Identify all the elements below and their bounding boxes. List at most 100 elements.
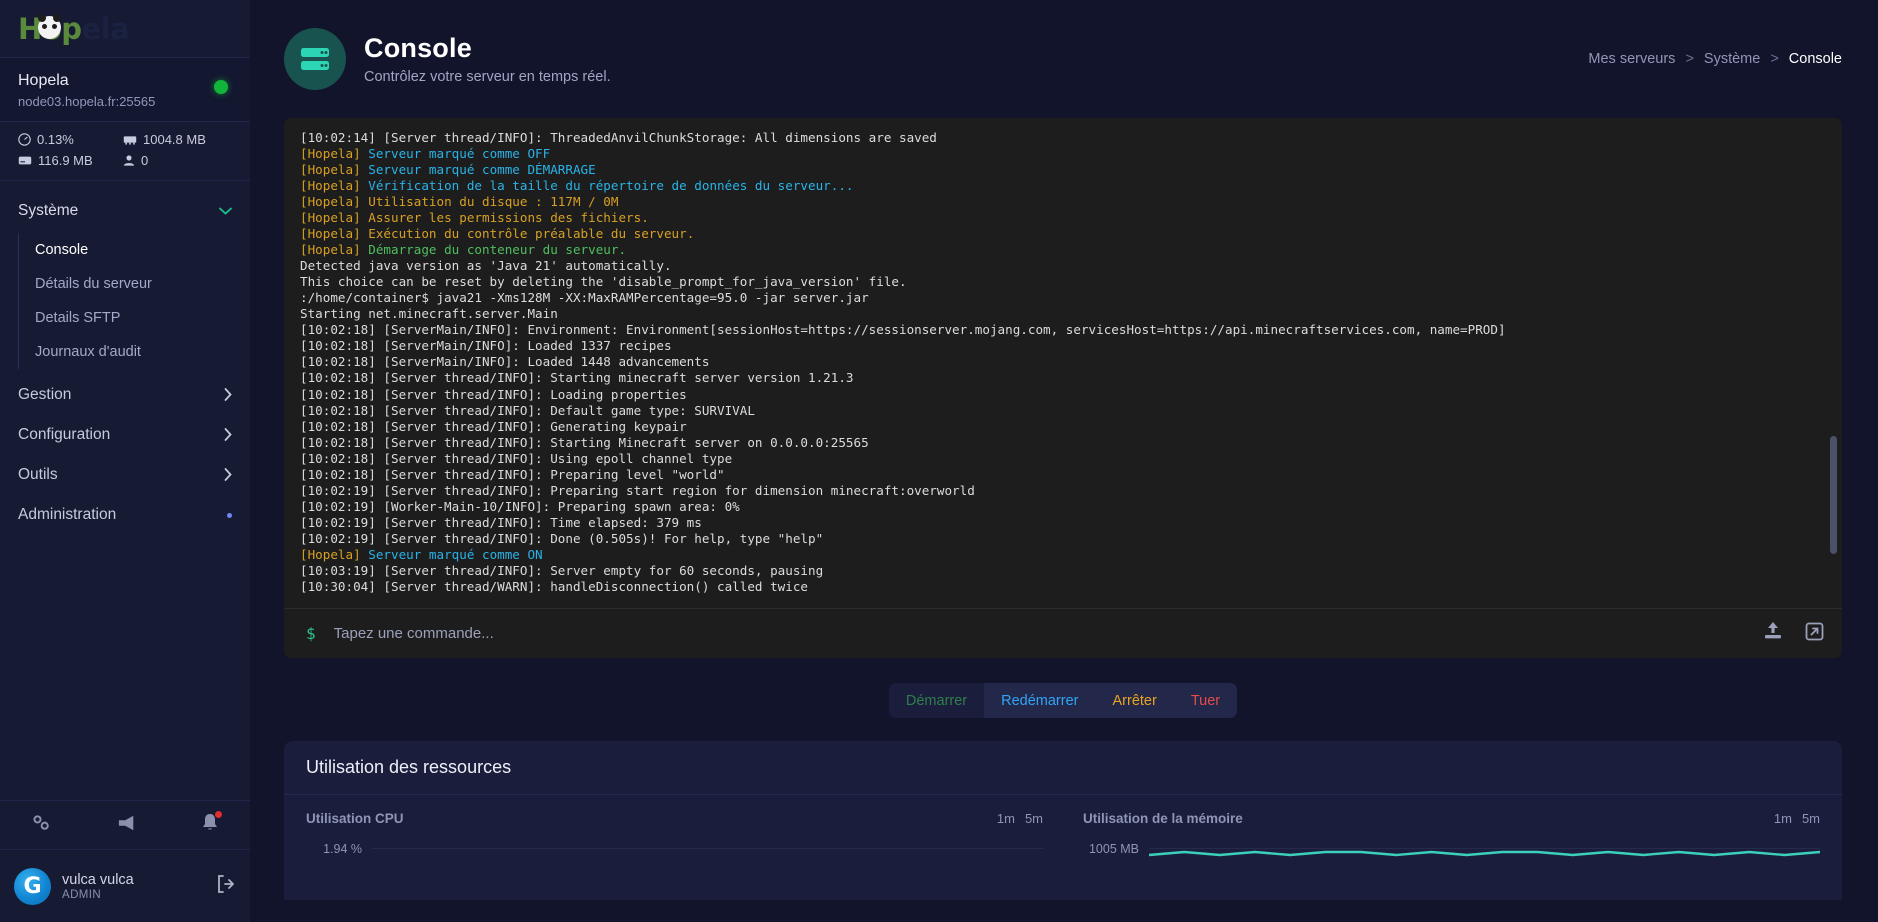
console-line: [10:02:14] [Server thread/INFO]: Threade… — [300, 130, 937, 145]
server-stats: 0.13% 1004.8 MB 116.9 MB 0 — [0, 122, 250, 181]
stat-players-value: 0 — [141, 153, 149, 168]
server-status-indicator — [214, 80, 228, 94]
chevron-right-icon — [224, 467, 232, 483]
console-scrollbar-thumb[interactable] — [1830, 436, 1837, 554]
cpu-axis-max: 1.94 % — [323, 842, 362, 856]
upload-icon[interactable] — [1763, 621, 1783, 646]
stat-disk-value: 116.9 MB — [38, 153, 93, 168]
brand-logo[interactable]: Hopela — [0, 0, 250, 58]
breadcrumb-item-mes-serveurs[interactable]: Mes serveurs — [1588, 51, 1675, 67]
start-button[interactable]: Démarrer — [889, 683, 984, 718]
breadcrumb-separator: > — [1770, 51, 1779, 67]
breadcrumb-separator: > — [1685, 51, 1694, 67]
console-line: [10:02:18] [ServerMain/INFO]: Environmen… — [300, 322, 1506, 338]
breadcrumb-item-console: Console — [1788, 51, 1842, 67]
resource-usage-title: Utilisation des ressources — [284, 741, 1842, 795]
console-line: [10:02:18] [Server thread/INFO]: Loading… — [300, 386, 687, 402]
main-content: Console Contrôlez votre serveur en temps… — [250, 0, 1878, 922]
sidebar-group-configuration[interactable]: Configuration — [0, 415, 250, 455]
panda-mascot-icon — [38, 13, 61, 39]
console-line: [Hopela] Utilisation du disque : 117M / … — [300, 194, 619, 210]
server-icon — [284, 28, 346, 90]
stat-disk: 116.9 MB — [18, 153, 123, 168]
sidebar-item-details-du-serveur[interactable]: Détails du serveur — [19, 267, 250, 301]
user-name: vulca vulca — [62, 871, 134, 888]
console-line: [10:02:18] [Server thread/INFO]: Using e… — [300, 450, 733, 466]
breadcrumb: Mes serveurs > Système > Console — [1588, 51, 1842, 67]
console-line: Detected java version as 'Java 21' autom… — [300, 258, 672, 274]
cpu-gridline — [372, 848, 1043, 849]
restart-button[interactable]: Redémarrer — [984, 683, 1096, 718]
stop-button[interactable]: Arrêter — [1095, 683, 1174, 718]
memory-plot — [1149, 844, 1820, 900]
sidebar-item-journaux-daudit[interactable]: Journaux d'audit — [19, 335, 250, 369]
memory-line-series — [1149, 850, 1820, 857]
sidebar-group-outils[interactable]: Outils — [0, 455, 250, 495]
chevron-right-icon — [224, 387, 232, 403]
server-card[interactable]: Hopela node03.hopela.fr:25565 — [0, 58, 250, 122]
console-line: [10:02:18] [ServerMain/INFO]: Loaded 133… — [300, 338, 672, 354]
page-header: Console Contrôlez votre serveur en temps… — [250, 0, 1878, 118]
console-line: [10:02:19] [Worker-Main-10/INFO]: Prepar… — [300, 498, 740, 514]
power-button-group: Démarrer Redémarrer Arrêter Tuer — [888, 683, 1238, 718]
ram-icon — [123, 136, 137, 145]
user-profile[interactable]: G vulca vulca ADMIN — [0, 850, 250, 922]
memory-range-1m[interactable]: 1m — [1774, 811, 1792, 826]
sidebar-item-details-sftp[interactable]: Details SFTP — [19, 301, 250, 335]
avatar: G — [14, 867, 51, 905]
stat-cpu: 0.13% — [18, 132, 123, 147]
console-output[interactable]: [10:02:14] [Server thread/INFO]: Threade… — [284, 118, 1842, 608]
prompt-icon: $ — [306, 624, 316, 643]
command-input[interactable] — [333, 625, 1745, 642]
console-line: [10:02:18] [Server thread/INFO]: Default… — [300, 402, 755, 418]
console-line: [Hopela] Vérification de la taille du ré… — [300, 178, 854, 194]
console-section: [10:02:14] [Server thread/INFO]: Threade… — [250, 118, 1878, 718]
console-line: [Hopela] Serveur marqué comme DÉMARRAGE — [300, 162, 596, 178]
sidebar-group-gestion[interactable]: Gestion — [0, 375, 250, 415]
console-line: [Hopela] Assurer les permissions des fic… — [300, 210, 649, 226]
server-name: Hopela — [18, 72, 69, 89]
bell-icon[interactable] — [201, 811, 222, 837]
sidebar-subnav-systeme: Console Détails du serveur Details SFTP … — [18, 233, 250, 369]
command-bar: $ — [284, 608, 1842, 658]
chevron-down-icon — [219, 205, 232, 217]
sidebar-group-systeme[interactable]: Système — [0, 191, 250, 231]
administration-badge-dot — [227, 512, 232, 518]
stat-players: 0 — [123, 153, 232, 168]
sidebar-group-configuration-label: Configuration — [18, 426, 111, 443]
memory-chart-ranges: 1m 5m — [1774, 811, 1820, 826]
console-line: [10:02:19] [Server thread/INFO]: Prepari… — [300, 482, 975, 498]
stat-memory-value: 1004.8 MB — [143, 132, 206, 147]
console-line: [10:02:19] [Server thread/INFO]: Time el… — [300, 514, 702, 530]
kill-button[interactable]: Tuer — [1173, 683, 1238, 718]
sidebar-tools — [0, 800, 250, 850]
console-line: [10:02:18] [Server thread/INFO]: Prepari… — [300, 466, 725, 482]
cpu-range-5m[interactable]: 5m — [1025, 811, 1043, 826]
sidebar: Hopela Hopela node03.hopela.fr:25565 0.1… — [0, 0, 250, 922]
breadcrumb-item-systeme[interactable]: Système — [1704, 51, 1760, 67]
console-line: [Hopela] Exécution du contrôle préalable… — [300, 226, 695, 242]
page-subtitle: Contrôlez votre serveur en temps réel. — [364, 69, 611, 85]
sidebar-group-gestion-label: Gestion — [18, 386, 72, 403]
console-line: [10:02:19] [Server thread/INFO]: Done (0… — [300, 530, 824, 546]
user-role: ADMIN — [62, 889, 102, 902]
stat-memory: 1004.8 MB — [123, 132, 232, 147]
cpu-plot — [372, 844, 1043, 900]
gauge-icon — [18, 133, 31, 146]
resource-charts: Utilisation CPU 1m 5m 1.94 % Utilisation… — [284, 795, 1842, 900]
console-line: [10:02:18] [Server thread/INFO]: Startin… — [300, 434, 869, 450]
logout-icon[interactable] — [216, 874, 236, 898]
memory-range-5m[interactable]: 5m — [1802, 811, 1820, 826]
cpu-chart-ranges: 1m 5m — [997, 811, 1043, 826]
megaphone-icon[interactable] — [116, 814, 138, 837]
user-icon — [123, 155, 135, 166]
expand-icon[interactable] — [1805, 622, 1824, 646]
sidebar-group-systeme-label: Système — [18, 202, 79, 219]
sidebar-item-console[interactable]: Console — [19, 233, 250, 267]
console-line: :/home/container$ java21 -Xms128M -XX:Ma… — [300, 290, 869, 306]
sidebar-group-administration[interactable]: Administration — [0, 495, 250, 535]
memory-chart-label: Utilisation de la mémoire — [1083, 811, 1243, 826]
console-line: [Hopela] Serveur marqué comme OFF — [300, 146, 551, 162]
cpu-range-1m[interactable]: 1m — [997, 811, 1015, 826]
settings-icon[interactable] — [31, 814, 53, 837]
